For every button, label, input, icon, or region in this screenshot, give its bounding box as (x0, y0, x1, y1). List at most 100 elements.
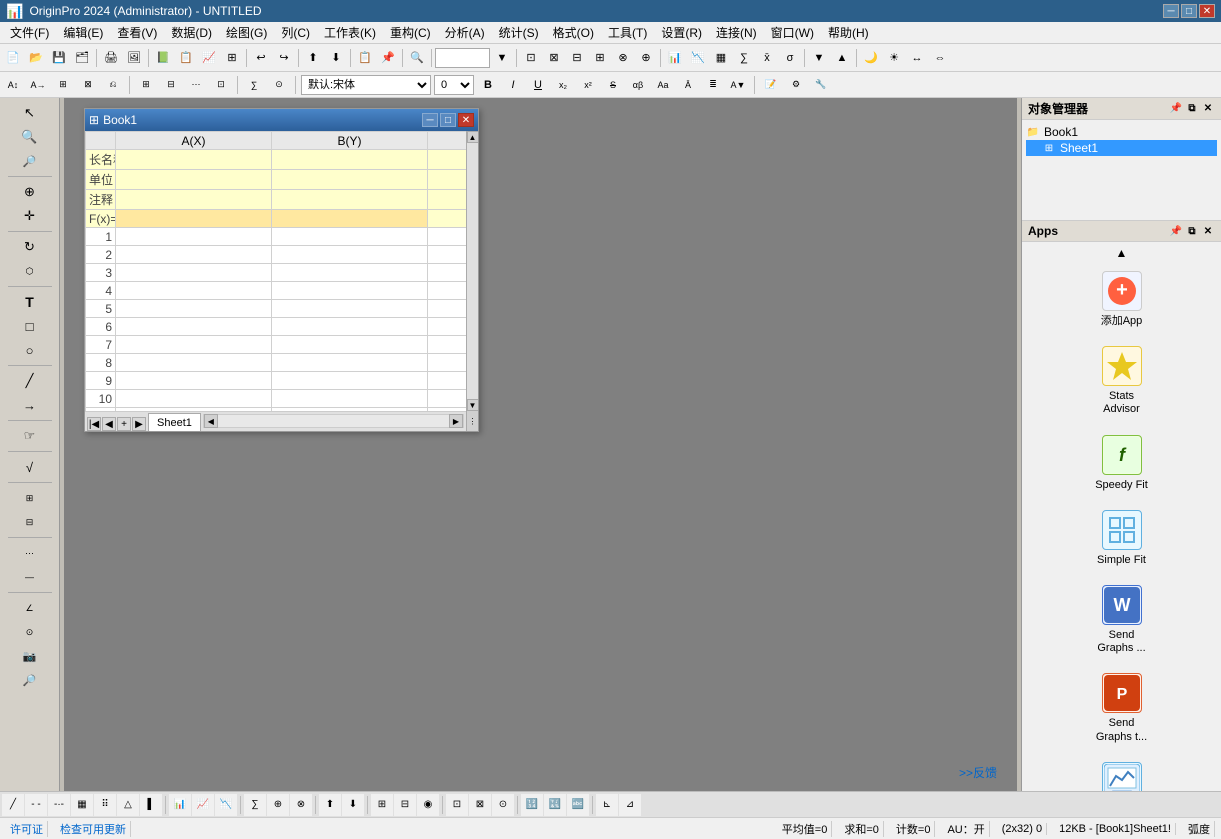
cell-a3[interactable] (116, 264, 272, 282)
graph-dash-button[interactable]: - - (25, 794, 47, 816)
tool-dotted[interactable]: ⋯ (5, 542, 55, 564)
sheet-scroll-down[interactable]: ▼ (467, 399, 479, 411)
cell-b2[interactable] (272, 246, 428, 264)
misc-6[interactable]: ⊙ (492, 794, 514, 816)
tool-region2[interactable]: ⊟ (5, 511, 55, 533)
tb-btn-c[interactable]: ⊟ (566, 47, 588, 69)
format-btn6[interactable]: ⊞ (135, 74, 157, 96)
stat-1[interactable]: 🔢 (521, 794, 543, 816)
bullet-button[interactable]: ≣ (702, 74, 724, 96)
menu-col[interactable]: 列(C) (275, 22, 316, 43)
paste-button[interactable]: 📌 (377, 47, 399, 69)
cell-a4[interactable] (116, 282, 272, 300)
meta-cell-a3[interactable] (116, 190, 272, 210)
meta-cell-b4[interactable] (272, 210, 428, 228)
cell-a9[interactable] (116, 372, 272, 390)
cell-a11[interactable] (116, 408, 272, 412)
tb-btn-h[interactable]: 📉 (687, 47, 709, 69)
app-item-speedyfit[interactable]: f Speedy Fit (1026, 428, 1217, 499)
menu-draw[interactable]: 绘图(G) (220, 22, 273, 43)
tab-prev-button[interactable]: ◀ (102, 417, 116, 431)
stat-3[interactable]: 🔤 (567, 794, 589, 816)
cell-b8[interactable] (272, 354, 428, 372)
minimize-button[interactable]: ─ (1163, 4, 1179, 18)
format-btn3[interactable]: ⊞ (52, 74, 74, 96)
tool-region[interactable]: ⊞ (5, 487, 55, 509)
tool-camera[interactable]: 📷 (5, 645, 55, 667)
sheet-minimize-button[interactable]: ─ (422, 113, 438, 127)
script-btn3[interactable]: 🔧 (810, 74, 832, 96)
tb-btn-b[interactable]: ⊠ (543, 47, 565, 69)
cell-a5[interactable] (116, 300, 272, 318)
meta-cell-b1[interactable] (272, 150, 428, 170)
menu-worksheet[interactable]: 工作表(K) (318, 22, 382, 43)
format-btn7[interactable]: ⊟ (160, 74, 182, 96)
new-graph-button[interactable]: 📈 (198, 47, 220, 69)
menu-window[interactable]: 窗口(W) (765, 22, 820, 43)
sheet-resize-handle[interactable]: ⋮ (466, 411, 478, 431)
menu-connect[interactable]: 连接(N) (710, 22, 763, 43)
bold-button[interactable]: B (477, 74, 499, 96)
underline-button[interactable]: U (527, 74, 549, 96)
tb-btn-a[interactable]: ⊡ (520, 47, 542, 69)
find-button[interactable]: 🔍 (406, 47, 428, 69)
tool-magnify[interactable]: 🔎 (5, 669, 55, 691)
analysis-3[interactable]: ⊗ (290, 794, 312, 816)
menu-help[interactable]: 帮助(H) (822, 22, 875, 43)
meta-cell-a2[interactable] (116, 170, 272, 190)
format-btn8[interactable]: ⋯ (185, 74, 207, 96)
sheet-vscroll[interactable]: ▲ ▼ (466, 131, 478, 411)
graph-dotdash-button[interactable]: -·- (48, 794, 70, 816)
tb-btn-f[interactable]: ⊕ (635, 47, 657, 69)
tool-crosshair[interactable]: ⊕ (5, 181, 55, 203)
tree-item-sheet1[interactable]: ⊞ Sheet1 (1026, 140, 1217, 156)
menu-file[interactable]: 文件(F) (4, 22, 55, 43)
menu-analysis[interactable]: 分析(A) (439, 22, 491, 43)
format-btn11[interactable]: ⊙ (268, 74, 290, 96)
graph-col-button[interactable]: ▌ (140, 794, 162, 816)
undo-button[interactable]: ↩ (250, 47, 272, 69)
app-item-send-ppt[interactable]: P SendGraphs t... (1026, 666, 1217, 750)
cell-b6[interactable] (272, 318, 428, 336)
app-item-graph-publisher[interactable]: Graph Publisher (1026, 755, 1217, 791)
graph-scatter-button[interactable]: ⠿ (94, 794, 116, 816)
close-button[interactable]: ✕ (1199, 4, 1215, 18)
status-allow[interactable]: 许可证 (6, 821, 48, 837)
obj-manager-pin-button[interactable]: 📌 (1169, 102, 1183, 116)
menu-view[interactable]: 查看(V) (111, 22, 163, 43)
graph-type-3[interactable]: 📉 (215, 794, 237, 816)
underline2-button[interactable]: Ā (677, 74, 699, 96)
apps-pin-button[interactable]: 📌 (1169, 224, 1183, 238)
status-check-update[interactable]: 检查可用更新 (56, 821, 131, 837)
tool-crosshair2[interactable]: ✛ (5, 205, 55, 227)
tool-zoom-out[interactable]: 🔎 (5, 150, 55, 172)
sheet-maximize-button[interactable]: □ (440, 113, 456, 127)
print-button[interactable]: 🖨 (100, 47, 122, 69)
tool-rotate[interactable]: ↻ (5, 236, 55, 258)
save-button[interactable]: 💾 (48, 47, 70, 69)
sheet-hscroll[interactable]: ◀ ▶ (203, 414, 464, 428)
cell-a10[interactable] (116, 390, 272, 408)
tb-btn-i[interactable]: ▦ (710, 47, 732, 69)
menu-data[interactable]: 数据(D) (165, 22, 218, 43)
menu-reanalyze[interactable]: 重构(C) (384, 22, 437, 43)
cell-b9[interactable] (272, 372, 428, 390)
sheet-close-button[interactable]: ✕ (458, 113, 474, 127)
cell-b5[interactable] (272, 300, 428, 318)
meta-cell-a1[interactable] (116, 150, 272, 170)
tb-btn-o[interactable]: 🌙 (860, 47, 882, 69)
tool-solid[interactable]: — (5, 566, 55, 588)
tb-btn-d[interactable]: ⊞ (589, 47, 611, 69)
tool-text[interactable]: T (5, 291, 55, 313)
cell-a1[interactable] (116, 228, 272, 246)
script-btn[interactable]: 📝 (760, 74, 782, 96)
tb-btn-k[interactable]: x̄ (756, 47, 778, 69)
save-all-button[interactable]: 🗂 (71, 47, 93, 69)
meta-cell-b2[interactable] (272, 170, 428, 190)
script-btn2[interactable]: ⚙ (785, 74, 807, 96)
misc-1[interactable]: ⊞ (371, 794, 393, 816)
tb-btn-r[interactable]: ⇔ (929, 47, 951, 69)
graph-bar-button[interactable]: ▦ (71, 794, 93, 816)
hscroll-left[interactable]: ◀ (204, 414, 218, 428)
cell-a6[interactable] (116, 318, 272, 336)
